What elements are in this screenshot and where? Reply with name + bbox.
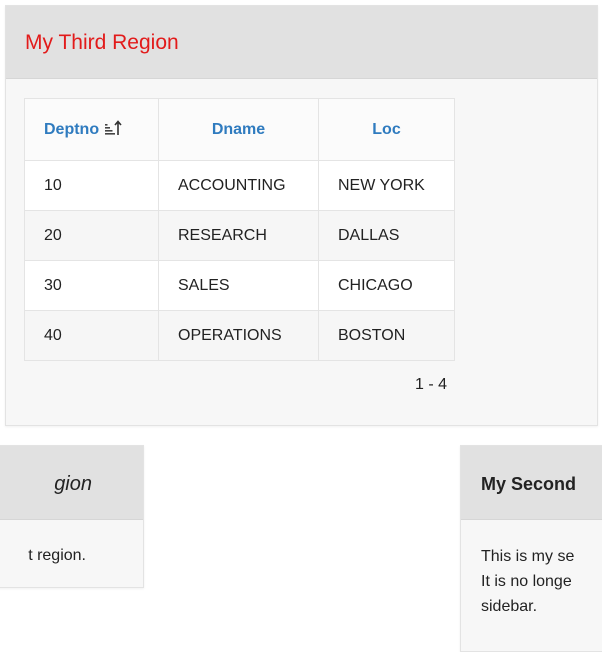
pagination-range: 1 - 4: [414, 376, 447, 393]
table-row: 30 SALES CHICAGO: [24, 260, 455, 311]
cell-dname: ACCOUNTING: [158, 160, 319, 211]
cell-loc: CHICAGO: [318, 260, 455, 311]
first-region-body: t region.: [28, 547, 86, 564]
second-region-header: My Second: [461, 446, 602, 520]
third-region-title: My Third Region: [25, 31, 179, 54]
cell-deptno: 40: [24, 310, 159, 361]
first-region: gion t region.: [0, 445, 144, 588]
column-header-loc[interactable]: Loc: [318, 98, 455, 161]
column-header-dname[interactable]: Dname: [158, 98, 319, 161]
table-row: 40 OPERATIONS BOSTON: [24, 310, 455, 361]
column-header-deptno[interactable]: Deptno: [24, 98, 159, 161]
departments-report-table: Deptno Dname Loc 10 ACCOUNTING NEW YORK …: [24, 98, 455, 361]
second-region-line: sidebar.: [481, 598, 538, 615]
cell-loc: NEW YORK: [318, 160, 455, 211]
third-region: My Third Region Deptno Dname Loc 10 ACCO…: [5, 5, 598, 426]
cell-loc: BOSTON: [318, 310, 455, 361]
table-header-row: Deptno Dname Loc: [24, 98, 455, 161]
cell-dname: OPERATIONS: [158, 310, 319, 361]
cell-dname: SALES: [158, 260, 319, 311]
first-region-header: gion: [0, 446, 143, 520]
third-region-header: My Third Region: [6, 6, 597, 79]
second-region: My Second This is my se It is no longe s…: [460, 445, 602, 652]
second-region-body: This is my se It is no longe sidebar.: [481, 544, 602, 619]
cell-dname: RESEARCH: [158, 210, 319, 261]
first-region-title: gion: [54, 473, 92, 495]
cell-loc: DALLAS: [318, 210, 455, 261]
cell-deptno: 30: [24, 260, 159, 311]
cell-deptno: 20: [24, 210, 159, 261]
second-region-line: This is my se: [481, 548, 575, 565]
second-region-line: It is no longe: [481, 573, 572, 590]
table-row: 20 RESEARCH DALLAS: [24, 210, 455, 261]
table-row: 10 ACCOUNTING NEW YORK: [24, 160, 455, 211]
second-region-title: My Second: [481, 474, 577, 494]
cell-deptno: 10: [24, 160, 159, 211]
sort-ascending-icon[interactable]: [104, 120, 122, 136]
